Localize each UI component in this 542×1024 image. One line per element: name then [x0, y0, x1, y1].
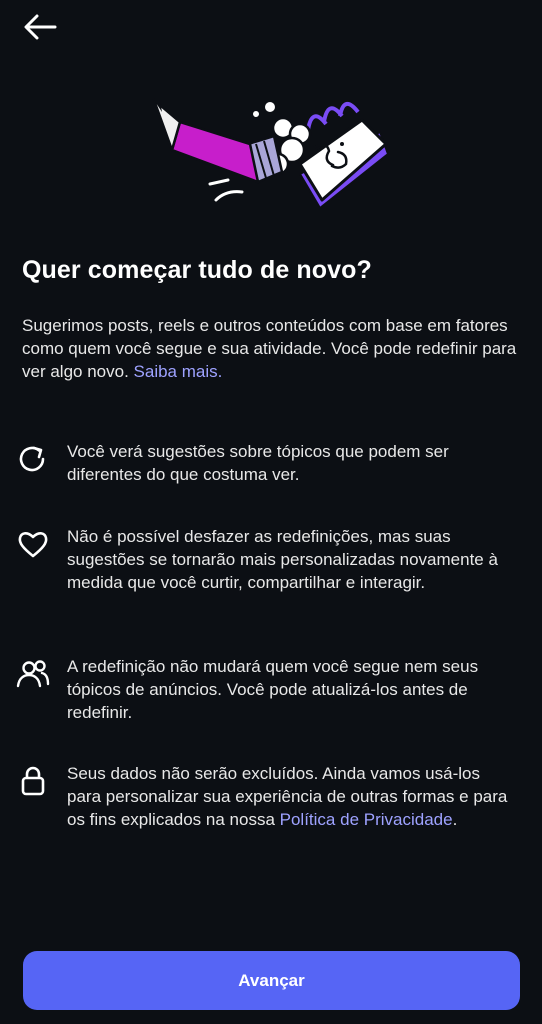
heart-icon — [16, 527, 50, 561]
intro-body: Sugerimos posts, reels e outros conteúdo… — [22, 316, 517, 381]
pencil-and-notebook-illustration — [152, 98, 390, 210]
people-icon — [16, 657, 50, 691]
lock-icon — [16, 764, 50, 798]
info-item-lock: Seus dados não serão excluídos. Ainda va… — [16, 762, 526, 831]
info-item-heart: Não é possível desfazer as redefinições,… — [16, 525, 526, 594]
info-item-text: Você verá sugestões sobre tópicos que po… — [67, 442, 449, 484]
info-item-people: A redefinição não mudará quem você segue… — [16, 655, 526, 724]
info-item-text: A redefinição não mudará quem você segue… — [67, 657, 479, 722]
page-title: Quer começar tudo de novo? — [22, 256, 372, 284]
learn-more-link[interactable]: Saiba mais. — [134, 362, 223, 381]
lock-item-suffix: . — [452, 810, 458, 829]
info-item-refresh: Você verá sugestões sobre tópicos que po… — [16, 440, 526, 486]
info-item-text: Não é possível desfazer as redefinições,… — [67, 527, 498, 592]
next-button[interactable]: Avançar — [23, 951, 520, 1010]
back-button[interactable] — [20, 10, 60, 44]
privacy-policy-link[interactable]: Política de Privacidade — [280, 810, 453, 829]
arrow-left-icon — [24, 14, 57, 40]
info-item-text: Seus dados não serão excluídos. Ainda va… — [67, 762, 517, 831]
intro-text: Sugerimos posts, reels e outros conteúdo… — [22, 314, 527, 383]
refresh-icon — [16, 442, 50, 476]
